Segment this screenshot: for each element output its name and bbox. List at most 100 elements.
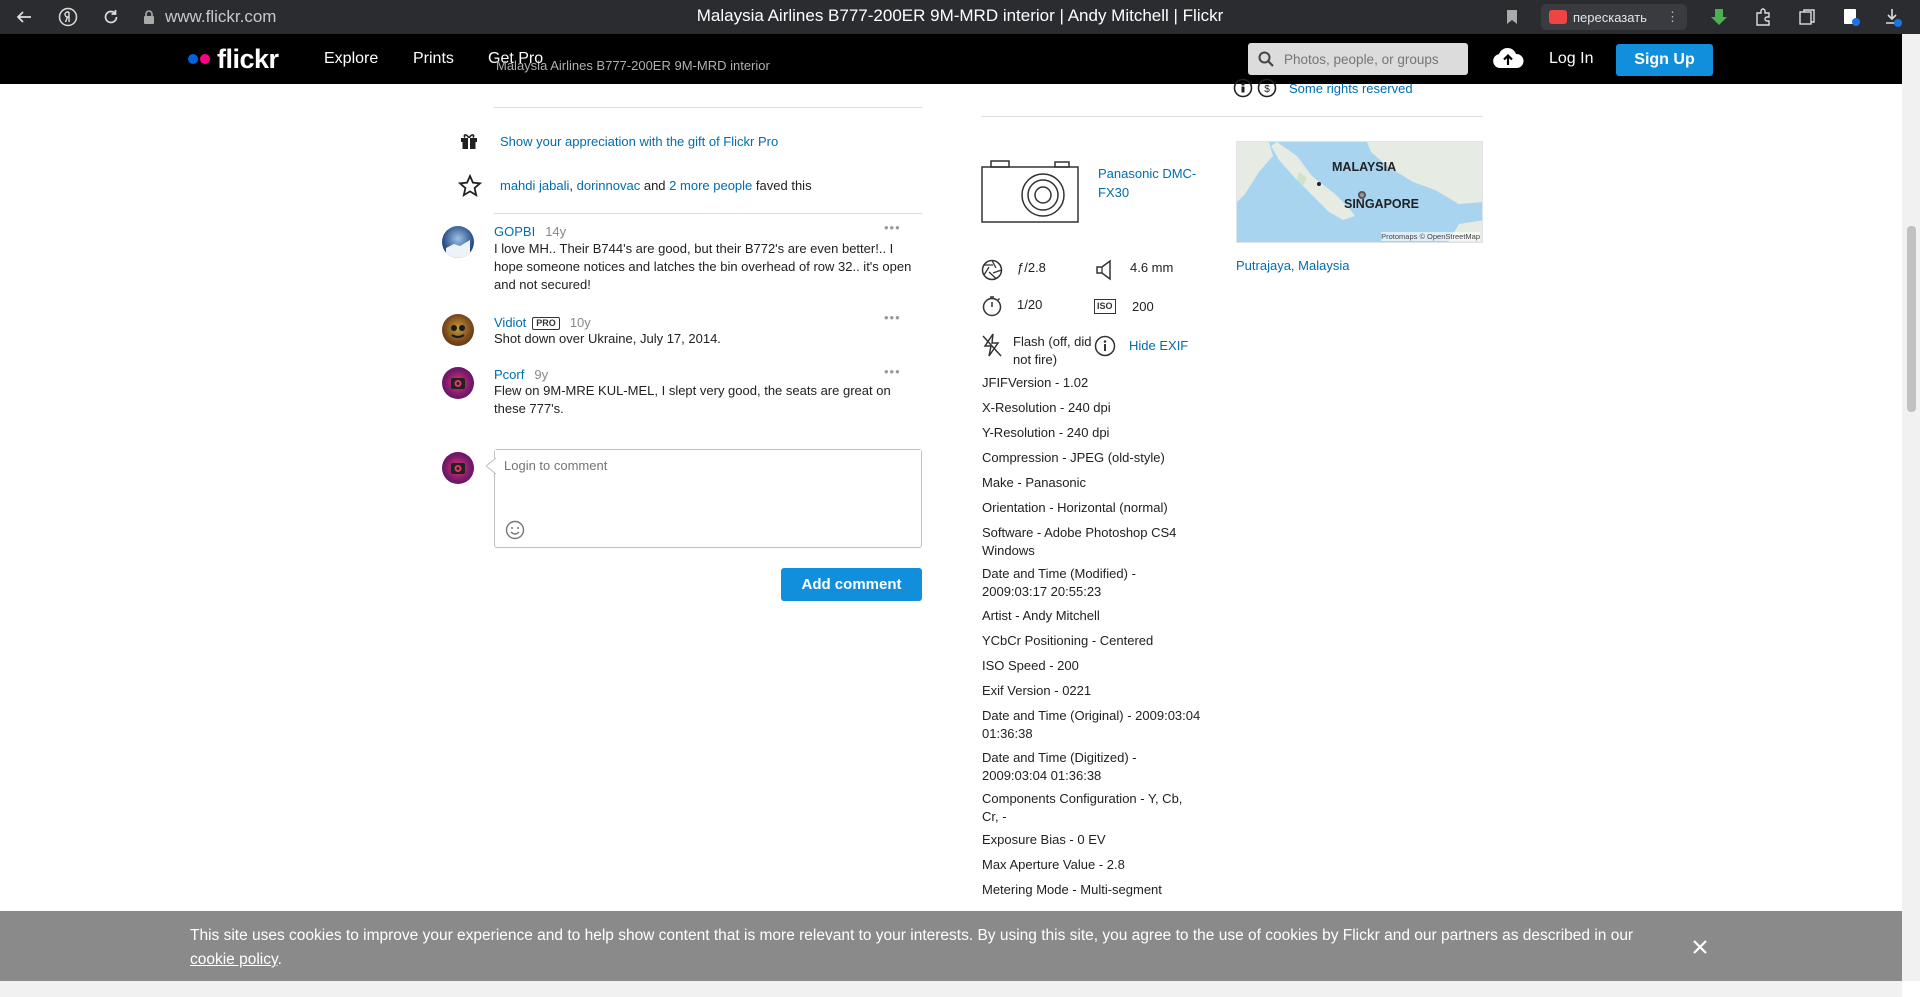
focal-length-value: 4.6 mm <box>1130 260 1174 275</box>
info-icon <box>1094 335 1116 357</box>
comment-text: I love MH.. Their B744's are good, but t… <box>494 241 912 292</box>
more-vertical-icon[interactable]: ⋮ <box>1666 9 1679 25</box>
cc-nc-icon: $ <box>1257 78 1277 98</box>
iso-value: 200 <box>1132 299 1154 314</box>
license-link[interactable]: Some rights reserved <box>1289 81 1413 96</box>
comment-author-link[interactable]: Pcorf <box>494 367 524 382</box>
upload-cloud-icon[interactable] <box>1492 46 1524 70</box>
comment-author-link[interactable]: Vidiot <box>494 315 526 330</box>
gift-pro-link[interactable]: Show your appreciation with the gift of … <box>500 134 778 149</box>
map-label-malaysia: MALAYSIA <box>1332 160 1397 174</box>
downloads-tray-icon[interactable] <box>1881 5 1905 29</box>
scrollbar-thumb[interactable] <box>1907 226 1916 412</box>
comment-more-icon[interactable]: ••• <box>884 310 901 325</box>
login-link[interactable]: Log In <box>1549 34 1593 84</box>
translate-extension-icon[interactable] <box>1839 5 1863 29</box>
fave-user-link[interactable]: mahdi jabali <box>500 178 569 193</box>
shutter-speed-icon <box>981 295 1003 317</box>
camera-model-link[interactable]: Panasonic DMC-FX30 <box>1098 164 1208 202</box>
exif-item: X-Resolution - 240 dpi <box>982 400 1111 415</box>
browser-toolbar: www.flickr.com Malaysia Airlines B777-20… <box>0 0 1920 34</box>
pro-badge: PRO <box>532 317 560 330</box>
logo-text: flickr <box>217 43 279 74</box>
exif-item: Exposure Bias - 0 EV <box>982 832 1106 847</box>
comment-header: GOPBI 14y <box>494 223 566 241</box>
download-icon[interactable] <box>1707 5 1731 29</box>
close-icon[interactable] <box>1689 936 1711 958</box>
exif-item: Orientation - Horizontal (normal) <box>982 500 1168 515</box>
search-input[interactable] <box>1284 51 1454 67</box>
signup-button[interactable]: Sign Up <box>1616 44 1713 76</box>
collections-icon[interactable] <box>1795 5 1819 29</box>
vertical-scrollbar[interactable] <box>1902 34 1920 981</box>
address-bar[interactable]: www.flickr.com <box>143 0 276 34</box>
cookie-policy-link[interactable]: cookie policy <box>190 951 278 968</box>
license-row[interactable]: $ Some rights reserved <box>1233 78 1413 98</box>
comment-age: 9y <box>534 367 549 382</box>
search-icon <box>1258 51 1274 67</box>
lock-icon <box>144 10 154 24</box>
back-arrow-icon[interactable] <box>12 5 36 29</box>
exif-item: Artist - Andy Mitchell <box>982 608 1100 623</box>
retell-icon <box>1549 10 1567 24</box>
comment-age: 14y <box>545 224 567 239</box>
logo-pink-dot <box>200 54 210 64</box>
iso-icon: ISO <box>1094 299 1116 314</box>
exif-item: Exif Version - 0221 <box>982 683 1092 698</box>
avatar[interactable] <box>442 367 474 399</box>
retell-button[interactable]: пересказать ⋮ <box>1541 4 1687 30</box>
location-map[interactable]: MALAYSIA SINGAPORE Protomaps © OpenStree… <box>1236 141 1483 243</box>
more-faves-link[interactable]: 2 more people <box>669 178 752 193</box>
star-icon <box>458 174 482 198</box>
exif-item: Date and Time (Digitized) - 2009:03:04 0… <box>982 750 1137 783</box>
avatar[interactable] <box>442 226 474 258</box>
fave-user-link[interactable]: dorinnovac <box>577 178 641 193</box>
retell-label: пересказать <box>1573 9 1647 25</box>
comment-text: Shot down over Ukraine, July 17, 2014. <box>494 331 721 346</box>
search-box[interactable] <box>1248 43 1468 75</box>
gift-icon <box>459 131 479 151</box>
flash-value: Flash (off, did not fire) <box>1013 334 1092 367</box>
exif-item: Compression - JPEG (old-style) <box>982 450 1165 465</box>
add-comment-button[interactable]: Add comment <box>781 568 922 601</box>
reload-icon[interactable] <box>99 5 123 29</box>
exif-item: ISO Speed - 200 <box>982 658 1079 673</box>
avatar <box>442 452 474 484</box>
exif-item: YCbCr Positioning - Centered <box>982 633 1154 648</box>
exif-item: Date and Time (Modified) - 2009:03:17 20… <box>982 566 1136 599</box>
flickr-navbar: flickr Explore Prints Get Pro Log In Sig… <box>0 34 1902 84</box>
bookmark-icon[interactable] <box>1500 5 1524 29</box>
location-link[interactable]: Putrajaya, Malaysia <box>1236 258 1349 273</box>
faves-suffix: faved this <box>755 178 812 193</box>
exif-item: Metering Mode - Multi-segment <box>982 882 1162 897</box>
extensions-puzzle-icon[interactable] <box>1751 5 1775 29</box>
avatar[interactable] <box>442 314 474 346</box>
divider <box>494 213 922 214</box>
yandex-logo-icon[interactable] <box>56 5 80 29</box>
comment-author-link[interactable]: GOPBI <box>494 224 535 239</box>
divider <box>494 107 922 108</box>
comment-input[interactable] <box>495 450 921 520</box>
shutter-speed-value: 1/20 <box>1017 297 1043 312</box>
map-label-singapore: SINGAPORE <box>1344 197 1420 211</box>
comment-more-icon[interactable]: ••• <box>884 220 901 235</box>
url-text[interactable]: www.flickr.com <box>165 7 276 27</box>
comment-form <box>486 449 922 548</box>
flickr-logo[interactable]: flickr <box>188 34 279 84</box>
map-pin-dot <box>1317 182 1321 186</box>
nav-prints[interactable]: Prints <box>413 34 454 84</box>
horizontal-scrollbar[interactable] <box>0 981 1902 997</box>
comment-text: Flew on 9M-MRE KUL-MEL, I slept very goo… <box>494 383 891 416</box>
cookie-text: This site uses cookies to improve your e… <box>190 927 1634 944</box>
comment-more-icon[interactable]: ••• <box>884 364 901 379</box>
camera-icon[interactable] <box>981 159 1079 223</box>
photo-title-peek: Malaysia Airlines B777-200ER 9M-MRD inte… <box>496 58 770 73</box>
cookie-message: This site uses cookies to improve your e… <box>190 924 1690 972</box>
hide-exif-link[interactable]: Hide EXIF <box>1129 338 1188 353</box>
svg-text:$: $ <box>1264 84 1270 95</box>
nav-explore[interactable]: Explore <box>324 34 378 84</box>
focal-length-icon <box>1094 259 1116 281</box>
exif-item: JFIFVersion - 1.02 <box>982 375 1089 390</box>
map-marker-icon <box>1358 191 1366 199</box>
emoji-icon[interactable] <box>505 520 525 540</box>
